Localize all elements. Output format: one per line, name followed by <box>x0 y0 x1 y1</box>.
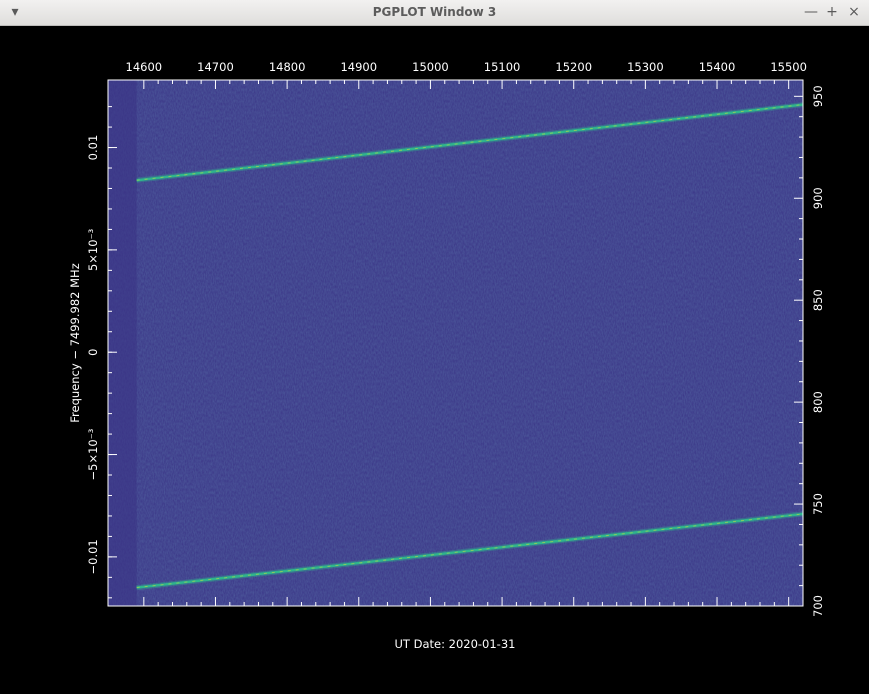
right-axis-tick-label: 750 <box>811 493 825 515</box>
waterfall-plot: 14600 14700 14800 14900 15000 15100 15200 15300… <box>68 60 825 651</box>
x-axis-label: UT Date: 2020-01-31 <box>395 637 516 651</box>
left-axis-tick-label: −5×10⁻³ <box>86 428 100 480</box>
close-button[interactable]: × <box>845 3 863 21</box>
top-axis-tick-label: 14900 <box>340 60 377 74</box>
top-axis-tick-label: 15100 <box>484 60 521 74</box>
title-bar[interactable]: ▾ PGPLOT Window 3 — + × <box>0 0 869 26</box>
left-axis-tick-label: −0.01 <box>86 539 100 574</box>
top-axis-tick-label: 14700 <box>197 60 234 74</box>
right-axis-tick-label: 900 <box>811 187 825 209</box>
left-axis-tick-label: 5×10⁻³ <box>86 228 100 271</box>
minimize-button[interactable]: — <box>802 3 820 21</box>
right-axis-tick-label: 850 <box>811 289 825 311</box>
top-axis-tick-label: 14600 <box>126 60 163 74</box>
top-axis-tick-label: 15300 <box>627 60 664 74</box>
top-axis-tick-label: 15000 <box>412 60 449 74</box>
left-axis-tick-label: 0 <box>86 349 100 356</box>
top-axis-tick-label: 15500 <box>770 60 807 74</box>
top-axis-tick-label: 15400 <box>699 60 736 74</box>
top-axis-tick-label: 14800 <box>269 60 306 74</box>
maximize-button[interactable]: + <box>823 3 841 21</box>
right-axis-tick-label: 700 <box>811 595 825 617</box>
top-axis-tick-label: 15200 <box>555 60 592 74</box>
no-data-region <box>108 80 137 606</box>
pgplot-window: ▾ PGPLOT Window 3 — + × 14600 14700 14800 1… <box>0 0 869 694</box>
right-axis-tick-label: 950 <box>811 85 825 107</box>
window-title: PGPLOT Window 3 <box>372 5 497 19</box>
y-axis-label: Frequency − 7499.982 MHz <box>68 263 82 423</box>
right-axis-tick-label: 800 <box>811 391 825 413</box>
left-axis-tick-label: 0.01 <box>86 135 100 161</box>
